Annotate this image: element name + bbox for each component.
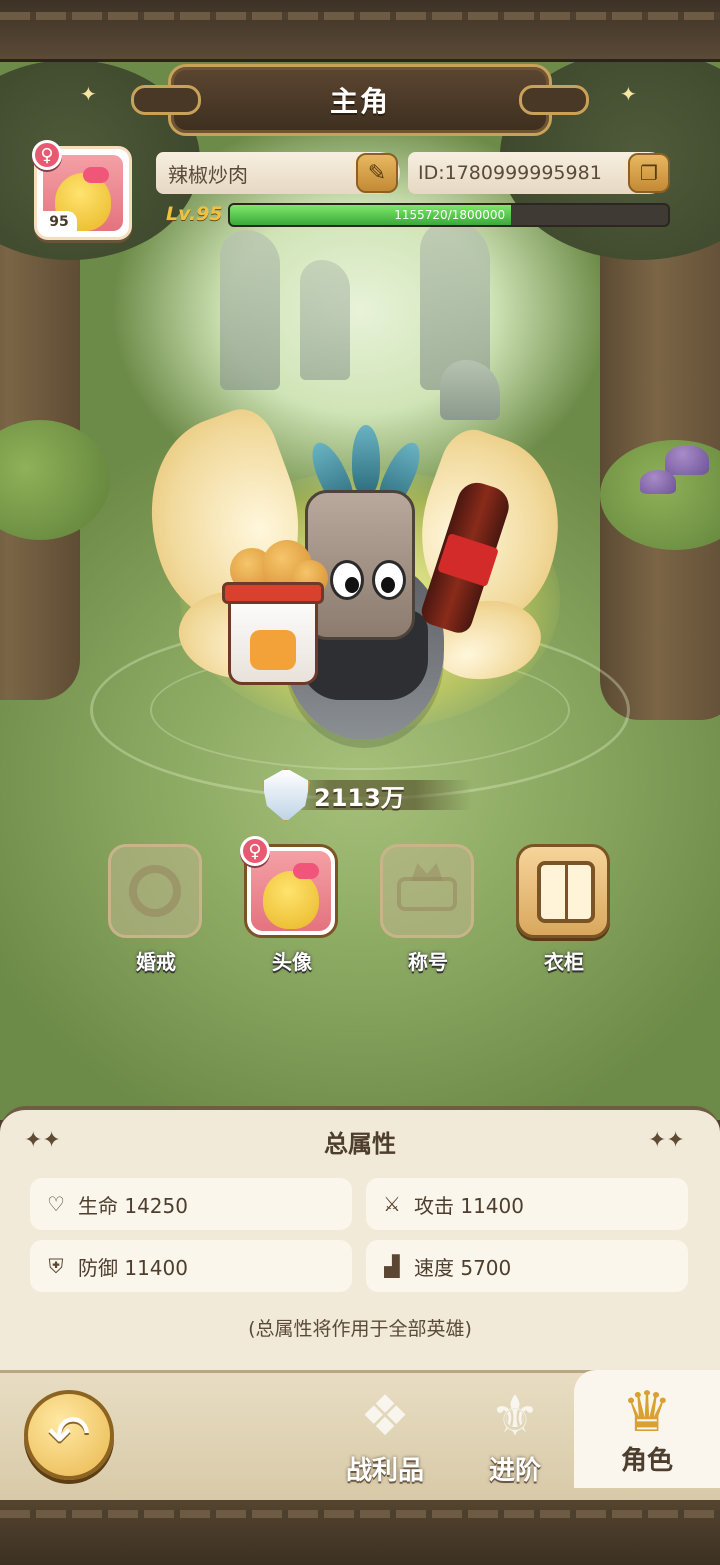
power-value: 2113万: [314, 784, 405, 812]
stat-speed: ▟ 速度 5700: [366, 1240, 688, 1292]
sparkle-icon: ✦: [80, 82, 97, 106]
back-button[interactable]: ↶: [24, 1390, 114, 1480]
boot-icon: ▟: [384, 1254, 400, 1278]
avatar-level-badge: 95: [41, 211, 77, 233]
tab-role[interactable]: ♛ 角色: [574, 1370, 720, 1488]
tab-loot[interactable]: ❖ 战利品: [320, 1370, 450, 1490]
wardrobe-label: 衣柜: [544, 950, 584, 974]
title-button[interactable]: [380, 844, 474, 938]
power-sword-icon: [262, 768, 310, 822]
stats-note: (总属性将作用于全部英雄): [248, 1318, 472, 1340]
tab-role-label: 角色: [620, 1446, 673, 1476]
ring-button[interactable]: [108, 844, 202, 938]
title-label: 称号: [408, 950, 448, 974]
back-arrow-icon: ↶: [47, 1405, 91, 1465]
top-frame: [0, 0, 720, 62]
stat-hp: ♡ 生命 14250: [30, 1178, 352, 1230]
copy-id-button[interactable]: ❐: [628, 153, 670, 193]
title-banner: 主角: [131, 64, 589, 136]
tab-loot-label: 战利品: [345, 1456, 424, 1486]
bottom-frame: [0, 1500, 720, 1565]
combat-power: 2113万: [262, 768, 472, 822]
female-icon: ♀: [32, 140, 62, 170]
sword-icon: ⚔: [383, 1192, 401, 1216]
shield-icon: ⛨: [48, 1254, 64, 1278]
stat-attack: ⚔ 攻击 11400: [366, 1178, 688, 1230]
stats-title: 总属性: [324, 1130, 396, 1158]
sparkle-icon: ✦: [620, 82, 637, 106]
pencil-icon: ✎: [367, 160, 387, 186]
heart-icon: ♡: [47, 1192, 65, 1216]
wardrobe-icon: [537, 861, 595, 923]
crown-icon: [397, 877, 457, 911]
tab-advance[interactable]: ⚜ 进阶: [450, 1370, 580, 1490]
female-icon: ♀: [240, 836, 270, 866]
tab-advance-label: 进阶: [488, 1456, 541, 1486]
avatar-label: 头像: [272, 950, 312, 974]
copy-icon: ❐: [640, 161, 658, 185]
xp-progress-text: 1155720/1800000: [394, 208, 506, 222]
player-level: Lv.95: [166, 203, 223, 225]
xp-progress-bar: 1155720/1800000: [228, 203, 670, 227]
stat-defense: ⛨ 防御 11400: [30, 1240, 352, 1292]
advance-icon: ⚜: [489, 1383, 541, 1449]
role-icon: ♛: [621, 1379, 673, 1445]
edit-name-button[interactable]: ✎: [356, 153, 398, 193]
loot-icon: ❖: [359, 1383, 411, 1449]
ring-icon: [129, 865, 181, 917]
page-title: 主角: [329, 85, 390, 118]
ring-label: 婚戒: [136, 950, 176, 974]
wardrobe-button[interactable]: [516, 844, 610, 938]
